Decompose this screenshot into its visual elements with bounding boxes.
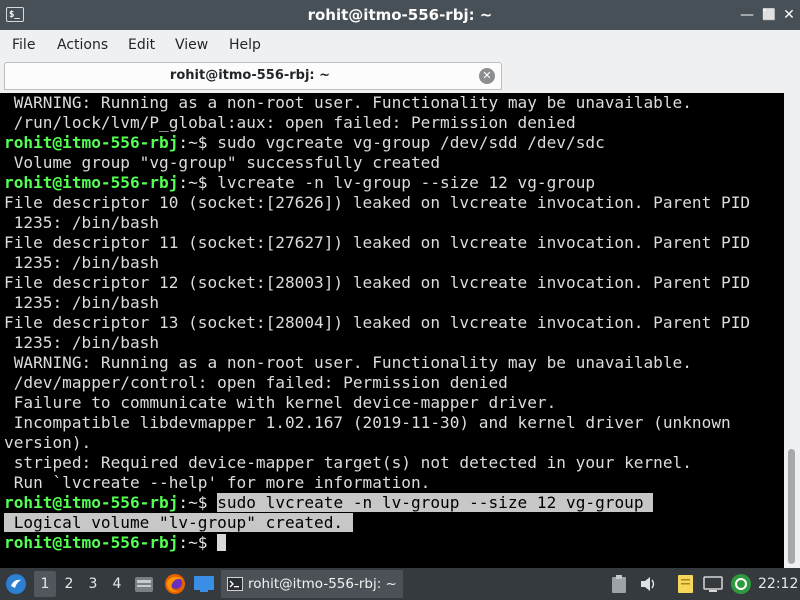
terminal-output-line: Run `lvcreate --help' for more informati… [4,473,750,493]
output-text: WARNING: Running as a non-root user. Fun… [4,353,692,372]
window-title: rohit@itmo-556-rbj: ~ [307,6,493,24]
selected-command-text[interactable]: sudo lvcreate -n lv-group --size 12 vg-g… [217,493,654,512]
terminal-output-line: 1235: /bin/bash [4,213,750,233]
workspace-1[interactable]: 1 [34,571,56,597]
tab-label: rohit@itmo-556-rbj: ~ [169,68,331,83]
output-text: WARNING: Running as a non-root user. Fun… [4,93,692,112]
terminal-lines: WARNING: Running as a non-root user. Fun… [4,93,750,553]
terminal-current-prompt[interactable]: rohit@itmo-556-rbj:~$ [4,533,750,553]
workspace-4[interactable]: 4 [106,568,128,600]
terminal-output-line: WARNING: Running as a non-root user. Fun… [4,93,750,113]
start-menu-icon[interactable] [5,573,27,595]
workspace-3[interactable]: 3 [82,568,104,600]
window-titlebar[interactable]: $_ rohit@itmo-556-rbj: ~ — ⬜ ✕ [0,0,800,30]
terminal-command-line: rohit@itmo-556-rbj:~$ lvcreate -n lv-gro… [4,173,750,193]
taskbar: 1 2 3 4 rohit@itmo-556-rbj: ~ 22:12 [0,568,800,600]
output-text: version). [4,433,92,452]
tab-bar: rohit@itmo-556-rbj: ~ ✕ [0,60,800,93]
terminal-output[interactable]: WARNING: Running as a non-root user. Fun… [0,93,784,568]
output-text: 1235: /bin/bash [4,293,160,312]
prompt-path: :~$ [178,173,218,192]
terminal-output-line: File descriptor 13 (socket:[28004]) leak… [4,313,750,333]
terminal-output-line: 1235: /bin/bash [4,333,750,353]
output-text: Run `lvcreate --help' for more informati… [4,473,431,492]
output-text: File descriptor 10 (socket:[27626]) leak… [4,193,751,212]
terminal-output-line: Logical volume "lv-group" created. [4,513,750,533]
menu-edit[interactable]: Edit [128,30,155,60]
show-desktop-icon[interactable] [193,575,215,593]
menu-view[interactable]: View [175,30,208,60]
prompt-path: :~$ [178,133,218,152]
terminal-cursor [217,534,227,551]
terminal-output-line: 1235: /bin/bash [4,253,750,273]
close-button[interactable]: ✕ [780,6,798,24]
terminal-output-line: File descriptor 12 (socket:[28003]) leak… [4,273,750,293]
menu-file[interactable]: File [12,30,35,60]
terminal-output-line: File descriptor 11 (socket:[27627]) leak… [4,233,750,253]
terminal-output-line: version). [4,433,750,453]
tab-close-icon[interactable]: ✕ [479,68,495,84]
firefox-icon[interactable] [164,573,186,595]
command-text: lvcreate -n lv-group --size 12 vg-group [217,173,596,192]
output-text: Failure to communicate with kernel devic… [4,393,557,412]
prompt-user: rohit@itmo-556-rbj [4,493,179,512]
terminal-command-line: rohit@itmo-556-rbj:~$ sudo lvcreate -n l… [4,493,750,513]
terminal-output-line: 1235: /bin/bash [4,293,750,313]
prompt-user: rohit@itmo-556-rbj [4,533,179,552]
file-manager-icon[interactable] [134,574,154,594]
taskbar-terminal-button[interactable]: rohit@itmo-556-rbj: ~ [221,570,403,598]
menu-bar: File Actions Edit View Help [0,30,800,60]
terminal-scrollbar[interactable] [784,93,800,568]
terminal-command-line: rohit@itmo-556-rbj:~$ sudo vgcreate vg-g… [4,133,750,153]
output-text: File descriptor 11 (socket:[27627]) leak… [4,233,751,252]
output-text: 1235: /bin/bash [4,213,160,232]
volume-icon[interactable] [639,575,659,593]
prompt-path: :~$ [178,533,218,552]
command-text: sudo vgcreate vg-group /dev/sdd /dev/sdc [217,133,605,152]
output-text: Volume group "vg-group" successfully cre… [4,153,441,172]
output-text: 1235: /bin/bash [4,333,160,352]
output-text: striped: Required device-mapper target(s… [4,453,692,472]
maximize-button[interactable]: ⬜ [760,6,778,24]
prompt-user: rohit@itmo-556-rbj [4,133,179,152]
prompt-path: :~$ [178,493,218,512]
display-icon[interactable] [703,575,723,593]
clock[interactable]: 22:12 [758,568,798,600]
output-text: 1235: /bin/bash [4,253,160,272]
terminal-output-line: /run/lock/lvm/P_global:aux: open failed:… [4,113,750,133]
prompt-user: rohit@itmo-556-rbj [4,173,179,192]
terminal-icon [227,577,243,591]
terminal-output-line: Failure to communicate with kernel devic… [4,393,750,413]
terminal-output-line: Incompatible libdevmapper 1.02.167 (2019… [4,413,750,433]
output-text: /run/lock/lvm/P_global:aux: open failed:… [4,113,576,132]
minimize-button[interactable]: — [738,6,756,24]
menu-actions[interactable]: Actions [57,30,108,60]
terminal-output-line: /dev/mapper/control: open failed: Permis… [4,373,750,393]
scrollbar-thumb[interactable] [788,449,795,564]
clipboard-icon[interactable] [610,574,628,594]
menu-help[interactable]: Help [229,30,261,60]
output-text: File descriptor 12 (socket:[28003]) leak… [4,273,751,292]
terminal-output-line: striped: Required device-mapper target(s… [4,453,750,473]
output-text: File descriptor 13 (socket:[28004]) leak… [4,313,751,332]
notes-icon[interactable] [676,573,696,595]
update-notifier-icon[interactable] [730,573,752,595]
terminal-tab[interactable]: rohit@itmo-556-rbj: ~ ✕ [4,62,502,90]
taskbar-terminal-label: rohit@itmo-556-rbj: ~ [248,576,397,592]
terminal-output-line: Volume group "vg-group" successfully cre… [4,153,750,173]
terminal-output-line: File descriptor 10 (socket:[27626]) leak… [4,193,750,213]
output-text: Incompatible libdevmapper 1.02.167 (2019… [4,413,731,432]
selected-output-text[interactable]: Logical volume "lv-group" created. [4,513,353,532]
workspace-2[interactable]: 2 [58,568,80,600]
output-text: /dev/mapper/control: open failed: Permis… [4,373,508,392]
terminal-output-line: WARNING: Running as a non-root user. Fun… [4,353,750,373]
